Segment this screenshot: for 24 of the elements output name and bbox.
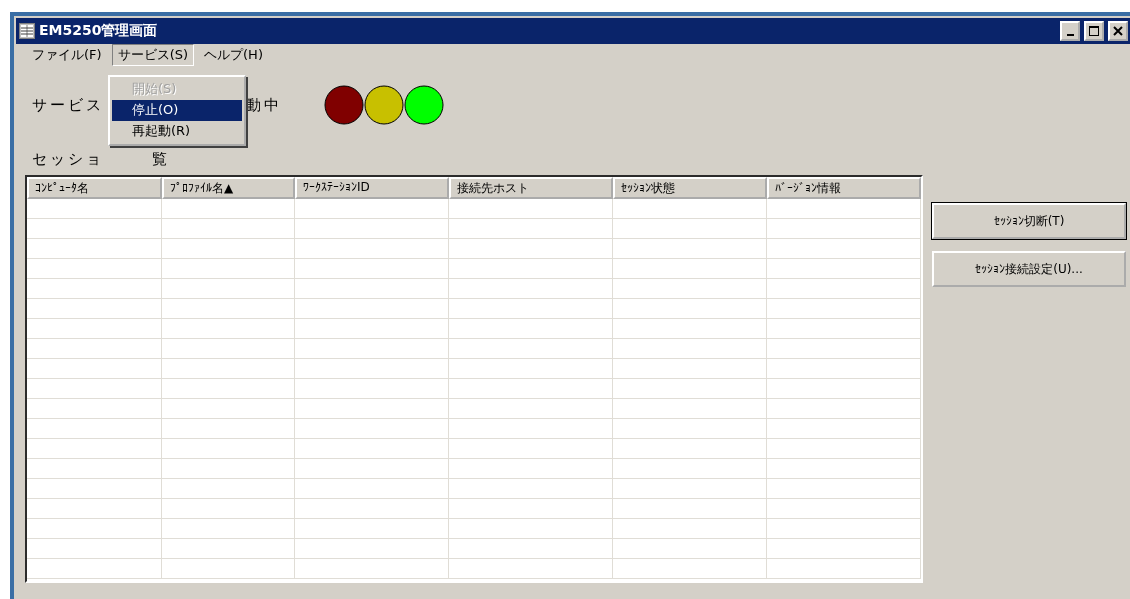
menu-item[interactable]: 停止(O): [112, 100, 242, 121]
maximize-button[interactable]: [1084, 21, 1104, 41]
column-header[interactable]: ﾌﾟﾛﾌｧｲﾙ名▲: [162, 177, 295, 199]
window-title: EM5250管理画面: [39, 22, 158, 40]
column-header[interactable]: ｺﾝﾋﾟｭｰﾀ名: [27, 177, 162, 199]
column-header[interactable]: 接続先ホスト: [449, 177, 613, 199]
grid-icon: [19, 23, 35, 39]
menu-item[interactable]: 再起動(R): [112, 121, 242, 142]
minimize-button[interactable]: [1060, 21, 1080, 41]
menu-item[interactable]: サービス(S): [111, 44, 195, 66]
session-button[interactable]: ｾｯｼｮﾝ接続設定(U)...: [932, 251, 1126, 287]
column-header[interactable]: ﾊﾞｰｼﾞｮﾝ情報: [767, 177, 921, 199]
column-header[interactable]: ﾜｰｸｽﾃｰｼｮﾝID: [295, 177, 449, 199]
menu-item[interactable]: ヘルプ(H): [198, 44, 269, 66]
session-list-label: 覧: [152, 150, 170, 169]
menu-item[interactable]: ファイル(F): [26, 44, 108, 66]
service-status-label: サービス: [32, 95, 104, 115]
close-button[interactable]: [1108, 21, 1128, 41]
minimize-icon: [1066, 34, 1074, 36]
close-icon: [1113, 26, 1123, 36]
maximize-icon: [1089, 26, 1099, 36]
session-list-label: セッショ: [32, 150, 104, 169]
session-button[interactable]: ｾｯｼｮﾝ切断(T): [932, 203, 1126, 239]
column-header[interactable]: ｾｯｼｮﾝ状態: [613, 177, 767, 199]
